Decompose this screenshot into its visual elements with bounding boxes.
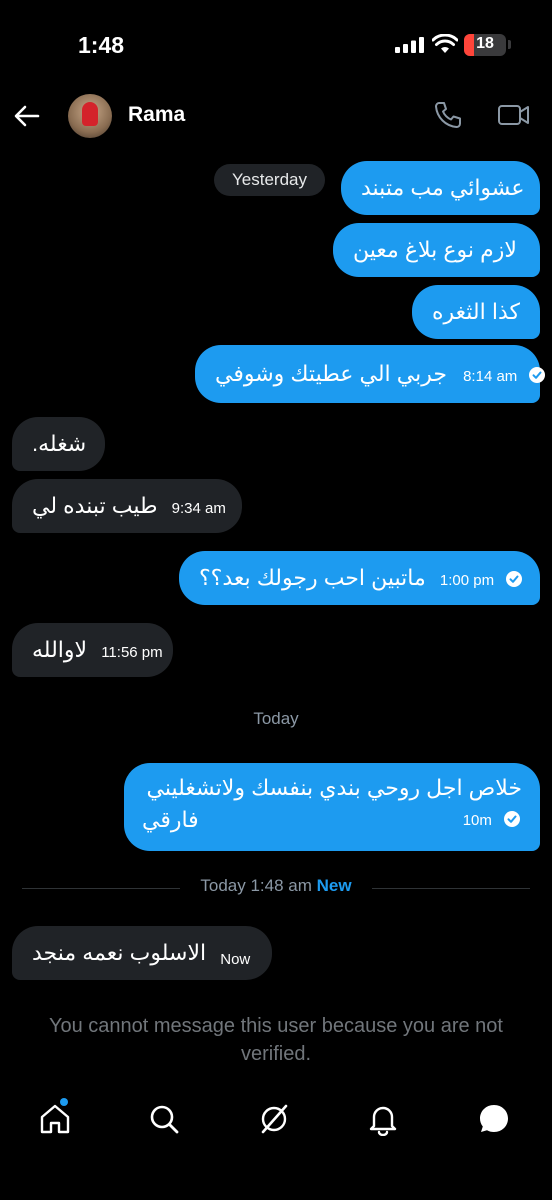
message-bubble[interactable]: لازم نوع بلاغ معين (333, 223, 540, 277)
message-bubble[interactable]: جربي الي عطيتك وشوفي 8:14 am (195, 345, 546, 403)
message-text: طيب تبنده لي (32, 493, 158, 518)
date-label: Yesterday (214, 164, 325, 196)
avatar[interactable] (68, 94, 112, 138)
message-text-line2: فارقي (142, 806, 199, 832)
message-time: Now (220, 951, 251, 968)
read-check-icon (506, 571, 523, 587)
battery-nub (508, 40, 511, 49)
status-time: 1:48 (78, 32, 125, 58)
read-check-icon (504, 811, 520, 827)
conversation-name[interactable]: Rama (128, 103, 185, 127)
message-bubble[interactable]: خلاص اجل روحي بندي بنفسك ولاتشغليني فارق… (124, 763, 540, 851)
message-time: 10m (462, 812, 492, 829)
message-text: الاسلوب نعمه منجد (32, 940, 207, 965)
message-bubble[interactable]: ماتبين احب رجولك بعد؟؟ 1:00 pm (179, 551, 540, 605)
cannot-message-notice: You cannot message this user because you… (48, 1015, 503, 1065)
message-text: شغله. (32, 431, 87, 456)
new-badge: New (316, 876, 352, 895)
phone-icon[interactable] (433, 100, 463, 130)
message-text: لازم نوع بلاغ معين (353, 237, 517, 262)
grok-icon[interactable] (257, 1102, 291, 1136)
message-text: عشوائي مب متبند (361, 175, 525, 200)
message-time: 8:14 am (463, 368, 518, 385)
message-bubble[interactable]: شغله. (12, 417, 105, 471)
back-arrow-icon[interactable] (12, 101, 42, 131)
message-bubble[interactable]: طيب تبنده لي 9:34 am (12, 479, 242, 533)
message-text: ماتبين احب رجولك بعد؟؟ (199, 565, 426, 590)
message-text: كذا الثغره (432, 299, 520, 324)
message-time: 1:00 pm (439, 572, 495, 589)
home-icon[interactable] (38, 1102, 72, 1136)
new-messages-label: Today 1:48 am New (180, 876, 372, 896)
battery-level: 18 (476, 35, 494, 52)
message-time: 11:56 pm (101, 644, 163, 661)
message-text-line1: خلاص اجل روحي بندي بنفسك ولاتشغليني (146, 775, 522, 800)
message-bubble[interactable]: لاوالله 11:56 pm (12, 623, 173, 677)
message-bubble[interactable]: عشوائي مب متبند (341, 161, 540, 215)
search-icon[interactable] (147, 1102, 181, 1136)
battery-icon: 18 (464, 34, 506, 56)
message-text: جربي الي عطيتك وشوفي (215, 361, 447, 386)
notifications-icon[interactable] (366, 1102, 400, 1136)
message-time: 9:34 am (171, 500, 226, 517)
signal-icon (395, 37, 424, 53)
wifi-icon (432, 34, 458, 53)
read-check-icon (529, 367, 546, 383)
message-text: لاوالله (32, 637, 88, 662)
divider-time: Today 1:48 am (200, 876, 312, 895)
video-call-icon[interactable] (497, 100, 531, 130)
today-label: Today (253, 709, 299, 728)
message-bubble[interactable]: الاسلوب نعمه منجد Now (12, 926, 272, 980)
message-bubble[interactable]: كذا الثغره (412, 285, 540, 339)
messages-icon[interactable] (477, 1102, 511, 1136)
